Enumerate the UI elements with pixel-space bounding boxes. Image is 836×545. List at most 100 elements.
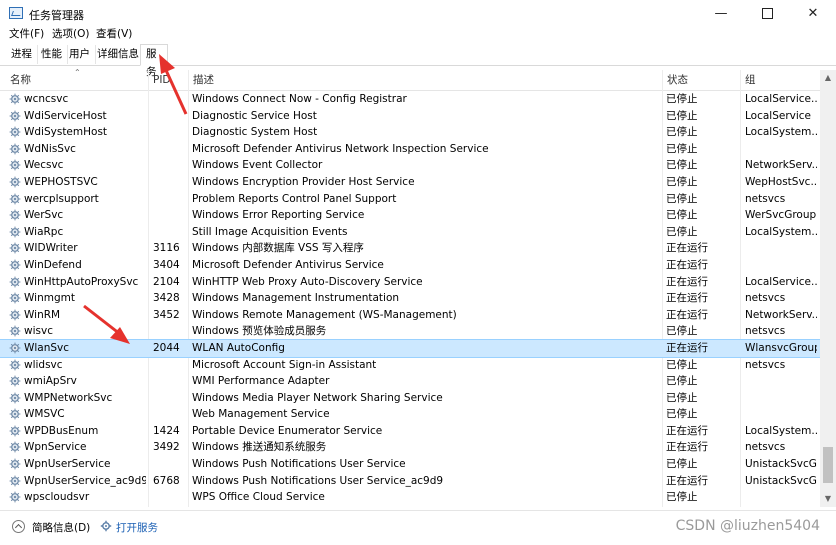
service-name: WpnUserService [24,458,111,471]
service-description: WinHTTP Web Proxy Auto-Discovery Service [192,275,423,288]
column-description[interactable]: 描述 [188,70,662,90]
service-description: WMI Performance Adapter [192,375,330,388]
service-group: LocalService... [745,275,817,288]
services-icon[interactable] [100,520,112,532]
service-row[interactable]: WdiServiceHost Diagnostic Service Host 已停止… [0,108,820,125]
service-row[interactable]: wlidsvc Microsoft Account Sign-in Assista… [0,357,820,374]
service-pid [153,406,187,423]
service-row[interactable]: wercplsupport Problem Reports Control Pan… [0,191,820,208]
service-description: Windows Media Player Network Sharing Ser… [192,391,443,404]
gear-icon [9,176,21,188]
service-row[interactable]: wcncsvc Windows Connect Now - Config Regi… [0,91,820,108]
service-row[interactable]: WpnUserService Windows Push Notifications… [0,456,820,473]
service-pid [153,157,187,174]
minimize-button[interactable]: — [698,0,744,28]
scroll-down-icon[interactable]: ▼ [820,491,836,507]
close-button[interactable]: ✕ [790,0,836,28]
service-status: 已停止 [666,491,698,504]
fewer-details-link[interactable]: 简略信息(D) [32,520,90,535]
menu-file[interactable]: 文件(F) [9,27,44,41]
service-row[interactable]: WMSVC Web Management Service 已停止 [0,406,820,423]
service-status: 正在运行 [666,292,708,305]
service-status: 正在运行 [666,308,708,321]
service-pid [153,456,187,473]
gear-icon [9,458,21,470]
gear-icon [9,259,21,271]
service-pid: 2044 [153,341,180,354]
service-name: WiaRpc [24,225,64,238]
service-description: Windows Push Notifications User Service_… [192,474,444,487]
gear-icon [9,292,21,304]
service-name: WIDWriter [24,242,78,255]
service-row[interactable]: WiaRpc Still Image Acquisition Events 已停止 L… [0,224,820,241]
service-description: Microsoft Defender Antivirus Network Ins… [192,142,489,155]
service-status: 已停止 [666,408,698,421]
column-name[interactable]: 名称 [6,70,148,90]
gear-icon [9,276,21,288]
service-row[interactable]: wpscloudsvr WPS Office Cloud Service 已停止 [0,489,820,506]
service-group [745,489,817,506]
service-row[interactable]: wmiApSrv WMI Performance Adapter 已停止 [0,373,820,390]
service-row[interactable]: WpnService 3492 Windows 推送通知系统服务 正在运行 netsvc… [0,439,820,456]
gear-icon [9,309,21,321]
service-name: WMPNetworkSvc [24,391,113,404]
service-row[interactable]: WinDefend 3404 Microsoft Defender Antiviru… [0,257,820,274]
service-row[interactable]: WEPHOSTSVC Windows Encryption Provider Ho… [0,174,820,191]
service-row[interactable]: WinHttpAutoProxySvc 2104 WinHTTP Web Proxy… [0,274,820,291]
service-status: 已停止 [666,142,698,155]
service-status: 已停止 [666,458,698,471]
window-title: 任务管理器 [29,9,84,22]
tab-processes[interactable]: 进程 [6,45,38,64]
service-description: Windows Remote Management (WS-Management… [192,308,457,321]
service-group: LocalSystem... [745,126,817,139]
service-pid [153,207,187,224]
scroll-up-icon[interactable]: ▲ [820,70,836,86]
maximize-button[interactable] [744,0,790,28]
title-bar: 任务管理器 — ✕ [0,0,836,28]
menu-options[interactable]: 选项(O) [52,27,89,41]
column-status[interactable]: 状态 [662,70,740,90]
service-pid [153,390,187,407]
service-description: Windows 预览体验成员服务 [192,325,327,338]
service-group [745,257,817,274]
service-row[interactable]: Wecsvc Windows Event Collector 已停止 NetworkS… [0,157,820,174]
service-row[interactable]: WIDWriter 3116 Windows 内部数据库 VSS 写入程序 正在运行 [0,240,820,257]
service-status: 正在运行 [666,441,708,454]
service-description: Web Management Service [192,408,330,421]
service-name: WEPHOSTSVC [24,175,98,188]
tab-details[interactable]: 详细信息 [92,45,145,64]
service-row[interactable]: WdiSystemHost Diagnostic System Host 已停止 Lo… [0,124,820,141]
service-description: Windows Push Notifications User Service [192,458,406,471]
service-pid [153,323,187,340]
service-status: 正在运行 [666,424,708,437]
vertical-scrollbar[interactable]: ▲ ▼ [820,70,836,507]
service-name: WerSvc [24,209,64,222]
service-group: WepHostSvc... [745,175,817,188]
maximize-icon [761,8,773,19]
annotation-arrow-tab [159,54,188,115]
service-row[interactable]: WerSvc Windows Error Reporting Service 已停止… [0,207,820,224]
service-name: wercplsupport [24,192,99,205]
service-pid: 3428 [153,292,180,305]
service-status: 已停止 [666,93,698,105]
scrollbar-thumb[interactable] [823,447,833,483]
service-row[interactable]: WMPNetworkSvc Windows Media Player Networ… [0,390,820,407]
gear-icon [9,325,21,337]
service-row[interactable]: WPDBusEnum 1424 Portable Device Enumerator… [0,423,820,440]
service-group: UnistackSvcG... [745,458,817,471]
open-services-link[interactable]: 打开服务 [116,520,158,535]
service-row[interactable]: WpnUserService_ac9d9 6768 Windows Push Not… [0,473,820,490]
menu-view[interactable]: 查看(V) [96,27,132,41]
service-name: wlidsvc [24,358,63,371]
service-status: 正在运行 [666,275,708,288]
service-status: 正在运行 [666,474,708,487]
gear-icon [9,342,21,354]
service-description: Portable Device Enumerator Service [192,424,383,437]
service-status: 已停止 [666,391,698,404]
service-description: Windows Event Collector [192,159,323,172]
service-status: 已停止 [666,109,698,122]
service-row[interactable]: WdNisSvc Microsoft Defender Antivirus Net… [0,141,820,158]
service-name: wmiApSrv [24,375,77,388]
column-group[interactable]: 组 [740,70,820,90]
chevron-up-circle-icon[interactable] [12,520,25,533]
